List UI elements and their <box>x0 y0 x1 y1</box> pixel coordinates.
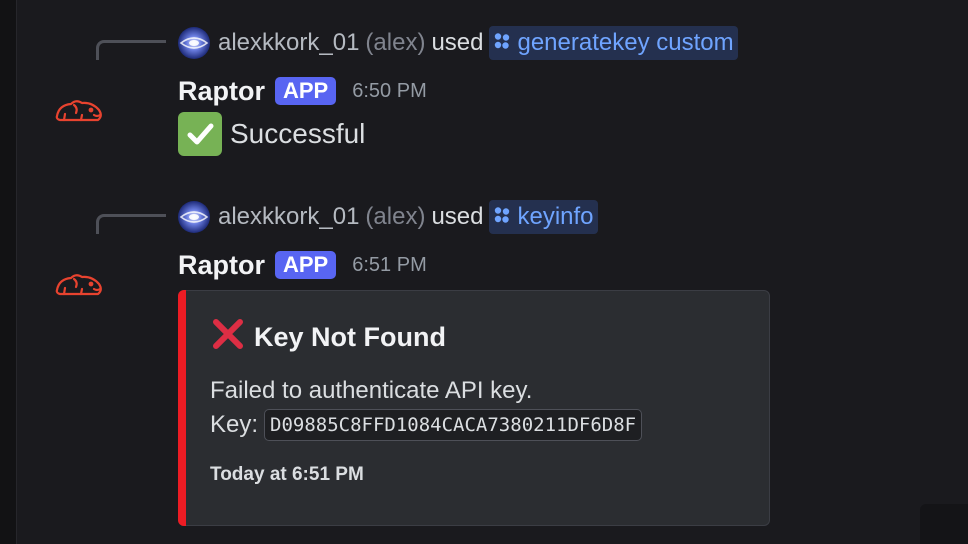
slash-command-mention[interactable]: keyinfo <box>489 200 598 234</box>
cross-mark-icon <box>210 316 246 359</box>
command-name: generatekey custom <box>517 29 734 56</box>
app-badge: APP <box>275 77 337 105</box>
reply-reference[interactable]: alexkkork_01 (alex) used generatekey cus… <box>178 26 738 60</box>
reply-username[interactable]: alexkkork_01 <box>218 29 359 57</box>
reply-connector <box>96 40 166 60</box>
embed-title: Key Not Found <box>210 316 446 359</box>
bot-avatar[interactable] <box>54 270 104 300</box>
reply-nickname: (alex) <box>365 29 426 56</box>
slash-command-mention[interactable]: generatekey custom <box>489 26 738 60</box>
reply-reference[interactable]: alexkkork_01 (alex) used keyinfo <box>178 200 598 234</box>
message-timestamp[interactable]: 6:50 PM <box>352 80 426 103</box>
slash-command-icon <box>493 203 511 231</box>
bot-username[interactable]: Raptor <box>178 250 265 281</box>
check-mark-button-icon <box>178 112 222 156</box>
message-timestamp[interactable]: 6:51 PM <box>352 254 426 277</box>
message-content: Successful <box>178 112 365 156</box>
left-rail <box>0 0 17 544</box>
user-avatar[interactable] <box>178 27 210 59</box>
command-name: keyinfo <box>517 203 594 230</box>
embed-title-text: Key Not Found <box>254 322 446 352</box>
reply-connector <box>96 214 166 234</box>
embed-footer: Today at 6:51 PM <box>210 464 364 485</box>
message-text: Successful <box>230 118 366 149</box>
reply-username[interactable]: alexkkork_01 <box>218 203 359 231</box>
embed-description-line: Failed to authenticate API key. <box>210 377 533 404</box>
reply-nickname: (alex) <box>365 203 426 230</box>
reply-used-text: used <box>431 203 484 230</box>
slash-command-icon <box>493 29 511 57</box>
bot-avatar[interactable] <box>54 96 104 126</box>
message-header: Raptor APP 6:51 PM <box>178 248 427 282</box>
reply-used-text: used <box>431 29 484 56</box>
app-badge: APP <box>275 251 337 279</box>
bot-username[interactable]: Raptor <box>178 76 265 107</box>
embed-accent-bar <box>178 290 186 526</box>
message-header: Raptor APP 6:50 PM <box>178 74 427 108</box>
key-label: Key: <box>210 411 259 438</box>
corner-shade <box>920 504 968 544</box>
embed-description: Failed to authenticate API key. Key: D09… <box>210 374 643 442</box>
key-row: Key: D09885C8FFD1084CACA7380211DF6D8F <box>210 408 643 442</box>
key-code: D09885C8FFD1084CACA7380211DF6D8F <box>264 409 643 441</box>
user-avatar[interactable] <box>178 201 210 233</box>
